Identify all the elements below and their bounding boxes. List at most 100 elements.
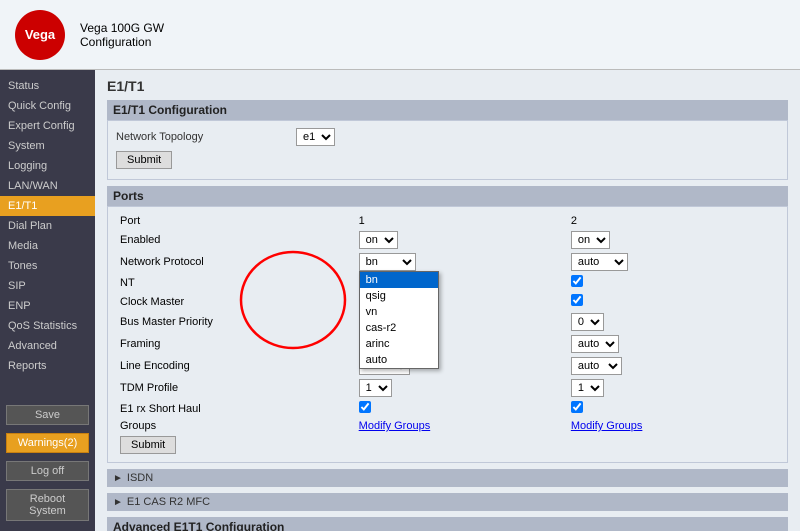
groups-row: Groups Modify Groups Modify Groups bbox=[116, 418, 779, 434]
nt-p2 bbox=[567, 273, 779, 292]
logo: Vega bbox=[15, 10, 65, 60]
sidebar-item-status[interactable]: Status bbox=[0, 76, 95, 96]
modify-groups-p1-link[interactable]: Modify Groups bbox=[359, 420, 431, 432]
groups-label: Groups bbox=[116, 418, 355, 434]
bus-master-priority-row: Bus Master Priority 0 1 2 bbox=[116, 311, 779, 333]
network-topology-row: Network Topology e1 t1 bbox=[116, 127, 779, 147]
header-title: Vega 100G GW Configuration bbox=[80, 21, 164, 49]
sidebar-item-media[interactable]: Media bbox=[0, 236, 95, 256]
sidebar-item-system[interactable]: System bbox=[0, 136, 95, 156]
e1t1-config-content: Network Topology e1 t1 Submit bbox=[107, 120, 788, 180]
nt-label: NT bbox=[116, 273, 355, 292]
network-protocol-p1: bn qsig vn cas-r2 arinc auto bn qsig bbox=[355, 251, 567, 273]
e1t1-config-section: E1/T1 Configuration Network Topology e1 … bbox=[107, 100, 788, 180]
isdn-header[interactable]: ► ISDN bbox=[107, 469, 788, 487]
network-protocol-p2: bn qsig vn cas-r2 arinc auto bbox=[567, 251, 779, 273]
network-protocol-row: Network Protocol bn qsig vn cas-r2 arinc… bbox=[116, 251, 779, 273]
line-encoding-p2: hdb3 ami auto bbox=[567, 355, 779, 377]
enabled-row: Enabled on off on off bbox=[116, 229, 779, 251]
line-encoding-p2-select[interactable]: hdb3 ami auto bbox=[571, 357, 622, 375]
e1-rx-short-haul-p1-checkbox[interactable] bbox=[359, 401, 371, 413]
dropdown-option-bn[interactable]: bn bbox=[360, 272, 438, 288]
sidebar-item-logging[interactable]: Logging bbox=[0, 156, 95, 176]
warnings-button[interactable]: Warnings(2) bbox=[6, 433, 89, 453]
e1-rx-short-haul-p1 bbox=[355, 399, 567, 418]
dropdown-option-cas-r2[interactable]: cas-r2 bbox=[360, 320, 438, 336]
network-protocol-p2-select[interactable]: bn qsig vn cas-r2 arinc auto bbox=[571, 253, 628, 271]
isdn-section: ► ISDN bbox=[107, 469, 788, 487]
e1-rx-short-haul-p2-checkbox[interactable] bbox=[571, 401, 583, 413]
tdm-profile-row: TDM Profile 1 2 1 2 bbox=[116, 377, 779, 399]
dropdown-option-vn[interactable]: vn bbox=[360, 304, 438, 320]
sidebar-item-dial-plan[interactable]: Dial Plan bbox=[0, 216, 95, 236]
network-protocol-label: Network Protocol bbox=[116, 251, 355, 273]
network-topology-select[interactable]: e1 t1 bbox=[296, 128, 335, 146]
port1-value: 1 bbox=[355, 213, 567, 229]
enabled-p1-select[interactable]: on off bbox=[359, 231, 398, 249]
ports-header: Ports bbox=[107, 186, 788, 206]
clock-master-label: Clock Master bbox=[116, 292, 355, 311]
enabled-label: Enabled bbox=[116, 229, 355, 251]
sidebar-item-advanced[interactable]: Advanced bbox=[0, 336, 95, 356]
ports-submit-row: Submit bbox=[116, 434, 779, 456]
save-button[interactable]: Save bbox=[6, 405, 89, 425]
dropdown-option-qsig[interactable]: qsig bbox=[360, 288, 438, 304]
enabled-p2: on off bbox=[567, 229, 779, 251]
network-topology-value: e1 t1 bbox=[296, 128, 335, 146]
logo-text: Vega bbox=[25, 27, 55, 42]
ports-submit-button[interactable]: Submit bbox=[120, 436, 176, 454]
e1-rx-short-haul-label: E1 rx Short Haul bbox=[116, 399, 355, 418]
bus-master-priority-p2-select[interactable]: 0 1 2 bbox=[571, 313, 604, 331]
nt-row: NT bbox=[116, 273, 779, 292]
ports-content: Port 1 2 Enabled on off bbox=[107, 206, 788, 463]
sidebar-item-qos-statistics[interactable]: QoS Statistics bbox=[0, 316, 95, 336]
clock-master-row: Clock Master bbox=[116, 292, 779, 311]
sidebar-item-sip[interactable]: SIP bbox=[0, 276, 95, 296]
config-submit-button[interactable]: Submit bbox=[116, 151, 172, 169]
network-protocol-p1-container: bn qsig vn cas-r2 arinc auto bn qsig bbox=[359, 253, 416, 271]
ports-section: Ports Port 1 2 Enabled on off bbox=[107, 186, 788, 463]
nt-p2-checkbox[interactable] bbox=[571, 275, 583, 287]
clock-master-p2 bbox=[567, 292, 779, 311]
framing-p2-select[interactable]: auto crc4 cas bbox=[571, 335, 619, 353]
line-encoding-row: Line Encoding hdb3 ami auto hdb3 ami bbox=[116, 355, 779, 377]
framing-p2: auto crc4 cas bbox=[567, 333, 779, 355]
layout: Status Quick Config Expert Config System… bbox=[0, 70, 800, 531]
logoff-button[interactable]: Log off bbox=[6, 461, 89, 481]
tdm-profile-label: TDM Profile bbox=[116, 377, 355, 399]
ports-table: Port 1 2 Enabled on off bbox=[116, 213, 779, 456]
bus-master-priority-p2: 0 1 2 bbox=[567, 311, 779, 333]
sidebar-item-quick-config[interactable]: Quick Config bbox=[0, 96, 95, 116]
enabled-p1: on off bbox=[355, 229, 567, 251]
page-title: E1/T1 bbox=[107, 78, 788, 94]
sidebar-item-lanwan[interactable]: LAN/WAN bbox=[0, 176, 95, 196]
e1-cas-label: E1 CAS R2 MFC bbox=[127, 496, 210, 508]
advanced-section: Advanced E1T1 Configuration Advanced E1T… bbox=[107, 517, 788, 531]
modify-groups-p1: Modify Groups bbox=[355, 418, 567, 434]
sidebar-item-tones[interactable]: Tones bbox=[0, 256, 95, 276]
reboot-button[interactable]: Reboot System bbox=[6, 489, 89, 521]
clock-master-p2-checkbox[interactable] bbox=[571, 294, 583, 306]
e1-rx-short-haul-row: E1 rx Short Haul bbox=[116, 399, 779, 418]
main-content: E1/T1 E1/T1 Configuration Network Topolo… bbox=[95, 70, 800, 531]
network-protocol-p1-select[interactable]: bn qsig vn cas-r2 arinc auto bbox=[359, 253, 416, 271]
config-submit-row: Submit bbox=[116, 150, 779, 170]
sidebar-item-expert-config[interactable]: Expert Config bbox=[0, 116, 95, 136]
sidebar-item-enp[interactable]: ENP bbox=[0, 296, 95, 316]
sidebar: Status Quick Config Expert Config System… bbox=[0, 70, 95, 531]
tdm-profile-p2-select[interactable]: 1 2 bbox=[571, 379, 604, 397]
port-label: Port bbox=[116, 213, 355, 229]
enabled-p2-select[interactable]: on off bbox=[571, 231, 610, 249]
e1-cas-header[interactable]: ► E1 CAS R2 MFC bbox=[107, 493, 788, 511]
dropdown-option-arinc[interactable]: arinc bbox=[360, 336, 438, 352]
sidebar-item-e1t1[interactable]: E1/T1 bbox=[0, 196, 95, 216]
line-encoding-label: Line Encoding bbox=[116, 355, 355, 377]
tdm-profile-p2: 1 2 bbox=[567, 377, 779, 399]
e1-cas-arrow: ► bbox=[113, 497, 123, 508]
dropdown-option-auto[interactable]: auto bbox=[360, 352, 438, 368]
modify-groups-p2-link[interactable]: Modify Groups bbox=[571, 420, 643, 432]
sidebar-item-reports[interactable]: Reports bbox=[0, 356, 95, 376]
isdn-arrow: ► bbox=[113, 473, 123, 484]
header: Vega Vega 100G GW Configuration bbox=[0, 0, 800, 70]
tdm-profile-p1-select[interactable]: 1 2 bbox=[359, 379, 392, 397]
